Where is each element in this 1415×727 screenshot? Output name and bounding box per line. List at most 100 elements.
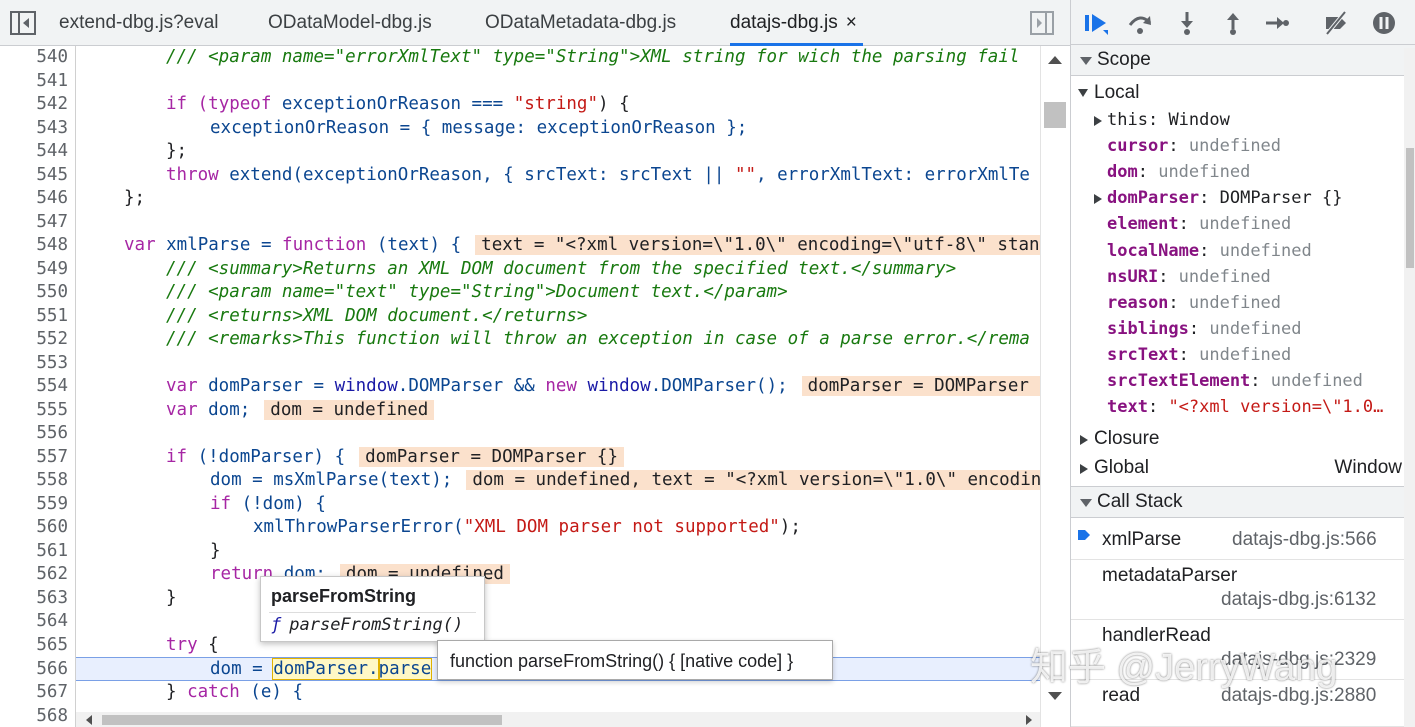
call-frame[interactable]: metadataParser datajs-dbg.js:6132: [1071, 560, 1415, 620]
line-number: 551: [36, 305, 68, 326]
code-text: (!domParser) {: [187, 446, 346, 467]
code-string: "XML DOM parser not supported": [463, 517, 780, 537]
separator: :: [1188, 318, 1210, 339]
code-comment: /// <remarks>This function will throw an…: [166, 329, 1030, 349]
scrollbar-thumb[interactable]: [1406, 148, 1414, 268]
separator: :: [1199, 240, 1220, 261]
editor-vertical-scrollbar[interactable]: [1040, 46, 1070, 727]
scope-section-header[interactable]: Scope: [1071, 44, 1415, 76]
call-frame[interactable]: handlerRead datajs-dbg.js:2329: [1071, 620, 1415, 680]
scroll-down-arrow-icon[interactable]: [1048, 692, 1062, 700]
resume-icon[interactable]: [1083, 10, 1109, 36]
code-keyword: if: [166, 446, 188, 467]
highlighted-expression: domParser.: [272, 658, 380, 680]
scope-variable-srctextelement[interactable]: srcTextElement: undefined: [1071, 368, 1415, 394]
code-line: 561}: [0, 540, 1040, 564]
variable-name-text: text: [1107, 397, 1148, 418]
variable-value: undefined: [1199, 344, 1292, 365]
debugger-toolbar: [1071, 0, 1415, 45]
variable-name-text: cursor: [1107, 136, 1169, 157]
code-line: 543 exceptionOrReason = { message: except…: [0, 117, 1040, 141]
cursor-token: parse: [377, 658, 433, 680]
code-comment: /// <returns>XML DOM document.</returns>: [166, 305, 588, 326]
tab-odatametadata-dbg[interactable]: ODataMetadata-dbg.js: [485, 0, 676, 46]
code-editor[interactable]: 540 /// <param name="errorXmlText" type="…: [0, 46, 1070, 727]
scope-variable-siblings[interactable]: siblings: undefined: [1071, 316, 1415, 342]
separator: :: [1178, 214, 1200, 235]
variable-name-text: dom: [1107, 162, 1138, 183]
scope-local-group[interactable]: Local: [1071, 80, 1415, 106]
scope-global-group[interactable]: Global Window: [1071, 455, 1415, 481]
line-number: 560: [36, 517, 68, 537]
step-over-icon[interactable]: [1127, 10, 1153, 36]
collapsed-triangle-icon[interactable]: [1094, 116, 1102, 126]
step-out-icon[interactable]: [1220, 10, 1246, 36]
call-frame-current[interactable]: xmlParse datajs-dbg.js:566: [1071, 520, 1415, 560]
scope-variable-text[interactable]: text: "<?xml version=\"1.0…: [1071, 394, 1415, 420]
scope-variable-cursor[interactable]: cursor: undefined: [1071, 133, 1415, 159]
autocomplete-popup[interactable]: parseFromString ƒ parseFromString(): [260, 576, 485, 642]
scope-variable-nsuri[interactable]: nsURI: undefined: [1071, 264, 1415, 290]
expand-triangle-icon: [1078, 89, 1088, 97]
tab-datajs-dbg[interactable]: datajs-dbg.js ×: [730, 0, 863, 46]
toggle-navigator-icon[interactable]: [10, 11, 36, 35]
variable-name-text: this: [1107, 110, 1148, 130]
scope-variable-domparser[interactable]: domParser: DOMParser {}: [1071, 185, 1415, 211]
variable-value: undefined: [1199, 214, 1292, 235]
close-tab-icon[interactable]: ×: [846, 12, 857, 33]
frame-function: metadataParser: [1102, 565, 1238, 586]
code-keyword: function: [282, 235, 367, 255]
code-keyword: var: [166, 399, 198, 420]
scrollbar-thumb[interactable]: [1044, 102, 1066, 128]
scope-variable-srctext[interactable]: srcText: undefined: [1071, 342, 1415, 368]
tab-extend-dbg[interactable]: extend-dbg.js?eval: [59, 0, 219, 46]
step-icon[interactable]: [1264, 10, 1290, 36]
line-number: 559: [36, 493, 68, 514]
popup-signature[interactable]: ƒ parseFromString(): [271, 615, 463, 635]
collapsed-triangle-icon: [1080, 464, 1088, 474]
toggle-debugger-icon[interactable]: [1030, 11, 1054, 35]
code-text: , errorXmlText: errorXmlTe: [756, 164, 1030, 185]
tab-odatamodel-dbg[interactable]: ODataModel-dbg.js: [268, 0, 432, 46]
variable-value: "<?xml version=\"1.0…: [1168, 397, 1384, 418]
variable-value: undefined: [1178, 266, 1271, 287]
scrollbar-thumb[interactable]: [102, 715, 502, 725]
call-stack-section-header[interactable]: Call Stack: [1071, 486, 1415, 518]
scroll-left-arrow-icon[interactable]: [86, 715, 92, 725]
frame-location: datajs-dbg.js:2880: [1221, 685, 1377, 706]
scope-variable-localname[interactable]: localName: undefined: [1071, 238, 1415, 264]
variable-name: reason: undefined: [1107, 290, 1281, 316]
variable-name: srcText: undefined: [1107, 342, 1291, 368]
scope-closure-group[interactable]: Closure: [1071, 426, 1415, 452]
global-value: Window: [1334, 457, 1402, 478]
tab-label: ODataModel-dbg.js: [268, 12, 432, 33]
line-number: 545: [36, 164, 68, 185]
scope-variable-element[interactable]: element: undefined: [1071, 211, 1415, 237]
frame-function: handlerRead: [1102, 625, 1211, 646]
separator: :: [1178, 344, 1200, 365]
collapsed-triangle-icon[interactable]: [1094, 194, 1102, 205]
code-line: 540 /// <param name="errorXmlText" type="…: [0, 46, 1040, 70]
scroll-right-arrow-icon[interactable]: [1026, 715, 1032, 725]
code-keyword: typeof: [208, 94, 272, 114]
deactivate-breakpoints-icon[interactable]: [1323, 10, 1349, 36]
editor-horizontal-scrollbar[interactable]: [76, 712, 1040, 727]
separator: :: [1147, 397, 1169, 418]
scroll-up-arrow-icon[interactable]: [1048, 56, 1062, 64]
line-number: 567: [36, 682, 68, 702]
code-line: 564: [0, 610, 1040, 634]
code-line: 558 dom = msXmlParse(text); dom = undefine…: [0, 469, 1040, 493]
variable-name: nsURI: undefined: [1107, 264, 1271, 290]
scope-variable-reason[interactable]: reason: undefined: [1071, 290, 1415, 316]
sidebar-scrollbar[interactable]: [1404, 48, 1415, 727]
step-into-icon[interactable]: [1174, 10, 1200, 36]
group-label: Closure: [1094, 428, 1160, 449]
code-area[interactable]: 540 /// <param name="errorXmlText" type="…: [0, 46, 1040, 727]
code-text: }: [166, 682, 188, 702]
code-text: {: [197, 634, 219, 655]
scope-variable-dom[interactable]: dom: undefined: [1071, 159, 1415, 185]
pause-on-exceptions-icon[interactable]: [1371, 10, 1397, 36]
scope-variable-this[interactable]: this: Window: [1071, 107, 1415, 133]
code-line: 546};: [0, 187, 1040, 211]
call-frame[interactable]: read datajs-dbg.js:2880: [1071, 680, 1415, 727]
